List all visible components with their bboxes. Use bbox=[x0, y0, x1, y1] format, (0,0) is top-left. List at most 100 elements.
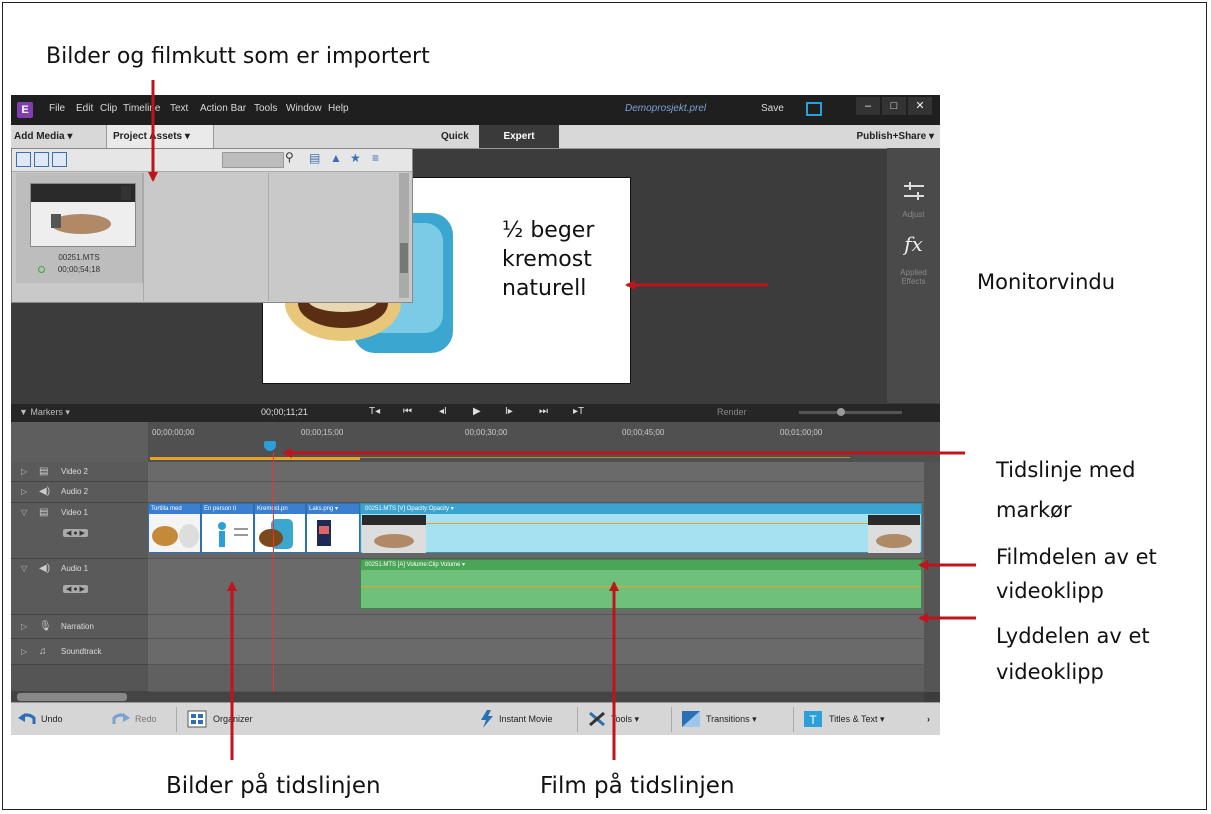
right-panel: Adjust fx Applied Effects bbox=[887, 148, 940, 403]
track-audio1[interactable]: 00251.MTS [A] Volume:Clip Volume ▾ bbox=[148, 559, 924, 615]
assets-search-input[interactable] bbox=[222, 152, 284, 168]
applied-effects-icon[interactable]: fx bbox=[887, 232, 940, 256]
undo-icon[interactable] bbox=[17, 710, 37, 728]
annotation-film-part: Filmdelen av et videoklipp bbox=[996, 545, 1157, 603]
menu-window[interactable]: Window bbox=[286, 103, 322, 114]
volume-line[interactable] bbox=[361, 586, 921, 587]
annotation-images-on-timeline: Bilder på tidslinjen bbox=[166, 773, 381, 799]
transitions-icon[interactable] bbox=[681, 710, 701, 728]
play-button[interactable]: ▶ bbox=[473, 406, 481, 417]
playhead-line[interactable] bbox=[273, 452, 274, 692]
instant-movie-icon[interactable] bbox=[477, 710, 497, 728]
step-forward-button[interactable]: I▸ bbox=[505, 406, 513, 417]
timeline-ruler[interactable]: 00;00;00;00 00;00;15;00 00;00;30;00 00;0… bbox=[148, 422, 940, 462]
horizontal-scrollbar[interactable] bbox=[11, 692, 924, 702]
image-clip[interactable]: Laks.png ▾ bbox=[306, 503, 360, 553]
tab-quick[interactable]: Quick bbox=[441, 125, 469, 148]
fullscreen-icon[interactable] bbox=[806, 102, 822, 116]
expand-icon[interactable]: ▷ bbox=[21, 647, 27, 656]
video-clip[interactable]: 00251.MTS [V] Opacity:Opacity ▾ bbox=[360, 503, 922, 553]
keyframe-controls[interactable]: ◀ ● ▶ bbox=[63, 529, 88, 537]
organizer-button[interactable]: Organizer bbox=[213, 703, 253, 735]
collapse-icon[interactable]: ▽ bbox=[21, 508, 27, 517]
titles-icon[interactable]: T bbox=[803, 710, 823, 728]
audio-clip[interactable]: 00251.MTS [A] Volume:Clip Volume ▾ bbox=[360, 559, 922, 609]
assets-scrollbar[interactable] bbox=[399, 173, 409, 298]
image-filter-icon[interactable] bbox=[34, 152, 49, 167]
redo-icon[interactable] bbox=[111, 710, 131, 728]
collapse-icon[interactable]: ▽ bbox=[21, 564, 27, 573]
annotation-film-on-timeline: Film på tidslinjen bbox=[540, 773, 735, 799]
monitor-caption-line: ½ beger bbox=[502, 218, 595, 243]
track-video2[interactable] bbox=[148, 462, 924, 482]
expand-icon[interactable]: ▷ bbox=[21, 622, 27, 631]
image-clip[interactable]: Kremost.pn bbox=[254, 503, 306, 553]
expand-icon[interactable]: ▷ bbox=[21, 487, 27, 496]
asset-thumbnail bbox=[30, 183, 136, 247]
asset-item[interactable]: 00251.MTS 00;00;54;18 bbox=[16, 173, 143, 283]
publish-share-button[interactable]: Publish+Share ▾ bbox=[856, 125, 934, 148]
project-assets-button[interactable]: Project Assets ▾ bbox=[106, 125, 214, 148]
pin-icon[interactable]: ★ bbox=[350, 151, 361, 165]
clip-label: 00251.MTS [V] Opacity:Opacity ▾ bbox=[361, 504, 921, 514]
previous-edit-button[interactable]: ⏮ bbox=[403, 406, 412, 417]
keyframe-controls[interactable]: ◀ ● ▶ bbox=[63, 585, 88, 593]
transitions-button[interactable]: Transitions ▾ bbox=[706, 703, 757, 735]
markers-menu[interactable]: ▼ Markers ▾ bbox=[19, 407, 70, 418]
zoom-slider[interactable] bbox=[799, 408, 902, 416]
close-button[interactable]: ✕ bbox=[908, 97, 932, 115]
video-filter-icon[interactable] bbox=[16, 152, 31, 167]
horizontal-scroll-thumb[interactable] bbox=[17, 693, 127, 701]
expand-icon[interactable]: ▷ bbox=[21, 467, 27, 476]
chevron-right-icon[interactable]: › bbox=[927, 703, 930, 735]
menu-text[interactable]: Text bbox=[170, 103, 188, 114]
menu-help[interactable]: Help bbox=[328, 103, 349, 114]
panel-menu-icon[interactable]: ≡ bbox=[372, 151, 379, 165]
assets-scroll-thumb[interactable] bbox=[400, 243, 408, 273]
monitor-caption-line: naturell bbox=[502, 276, 587, 301]
vertical-scrollbar[interactable] bbox=[924, 462, 940, 692]
menu-action-bar[interactable]: Action Bar bbox=[200, 103, 246, 114]
menu-timeline[interactable]: Timeline bbox=[123, 103, 160, 114]
track-audio2[interactable] bbox=[148, 482, 924, 503]
instant-movie-button[interactable]: Instant Movie bbox=[499, 703, 553, 735]
menu-tools[interactable]: Tools bbox=[254, 103, 277, 114]
tools-icon[interactable] bbox=[587, 710, 607, 728]
minimize-button[interactable]: – bbox=[856, 97, 880, 115]
separator bbox=[793, 707, 794, 732]
search-icon[interactable]: ⚲ bbox=[285, 150, 294, 164]
render-button[interactable]: Render bbox=[717, 407, 747, 417]
menu-file[interactable]: File bbox=[49, 103, 65, 114]
delete-icon[interactable]: ▲ bbox=[330, 151, 342, 165]
step-back-button[interactable]: ◂I bbox=[439, 406, 447, 417]
tab-expert[interactable]: Expert bbox=[479, 125, 559, 148]
organizer-icon[interactable] bbox=[187, 710, 207, 728]
image-clip[interactable]: En person ti bbox=[201, 503, 254, 553]
titles-text-button[interactable]: Titles & Text ▾ bbox=[829, 703, 885, 735]
track-video1[interactable]: Tortilla med En person ti Kremost.pn Lak… bbox=[148, 503, 924, 559]
menu-edit[interactable]: Edit bbox=[76, 103, 93, 114]
zoom-slider-thumb[interactable] bbox=[837, 408, 845, 416]
maximize-button[interactable]: □ bbox=[882, 97, 906, 115]
track-soundtrack[interactable] bbox=[148, 639, 924, 665]
audio-filter-icon[interactable] bbox=[52, 152, 67, 167]
go-to-end-button[interactable]: ▸T bbox=[573, 406, 584, 417]
save-button[interactable]: Save bbox=[761, 103, 784, 114]
add-media-button[interactable]: Add Media ▾ bbox=[14, 125, 72, 148]
opacity-line[interactable] bbox=[361, 523, 921, 524]
track-empty[interactable] bbox=[148, 665, 924, 692]
adjust-icon[interactable] bbox=[902, 180, 926, 202]
go-to-start-button[interactable]: T◂ bbox=[369, 406, 380, 417]
tools-button[interactable]: Tools ▾ bbox=[611, 703, 639, 735]
work-area-bar[interactable] bbox=[150, 457, 360, 460]
redo-button[interactable]: Redo bbox=[135, 703, 157, 735]
next-edit-button[interactable]: ⏭ bbox=[539, 406, 548, 417]
new-item-icon[interactable]: ▤ bbox=[309, 151, 320, 165]
menu-clip[interactable]: Clip bbox=[100, 103, 117, 114]
track-narration[interactable] bbox=[148, 615, 924, 639]
playhead-handle[interactable] bbox=[264, 441, 276, 451]
undo-button[interactable]: Undo bbox=[41, 703, 63, 735]
ruler-tick: 00;00;15;00 bbox=[301, 428, 344, 437]
image-clip[interactable]: Tortilla med bbox=[148, 503, 201, 553]
music-note-icon: ♫ bbox=[39, 646, 47, 657]
